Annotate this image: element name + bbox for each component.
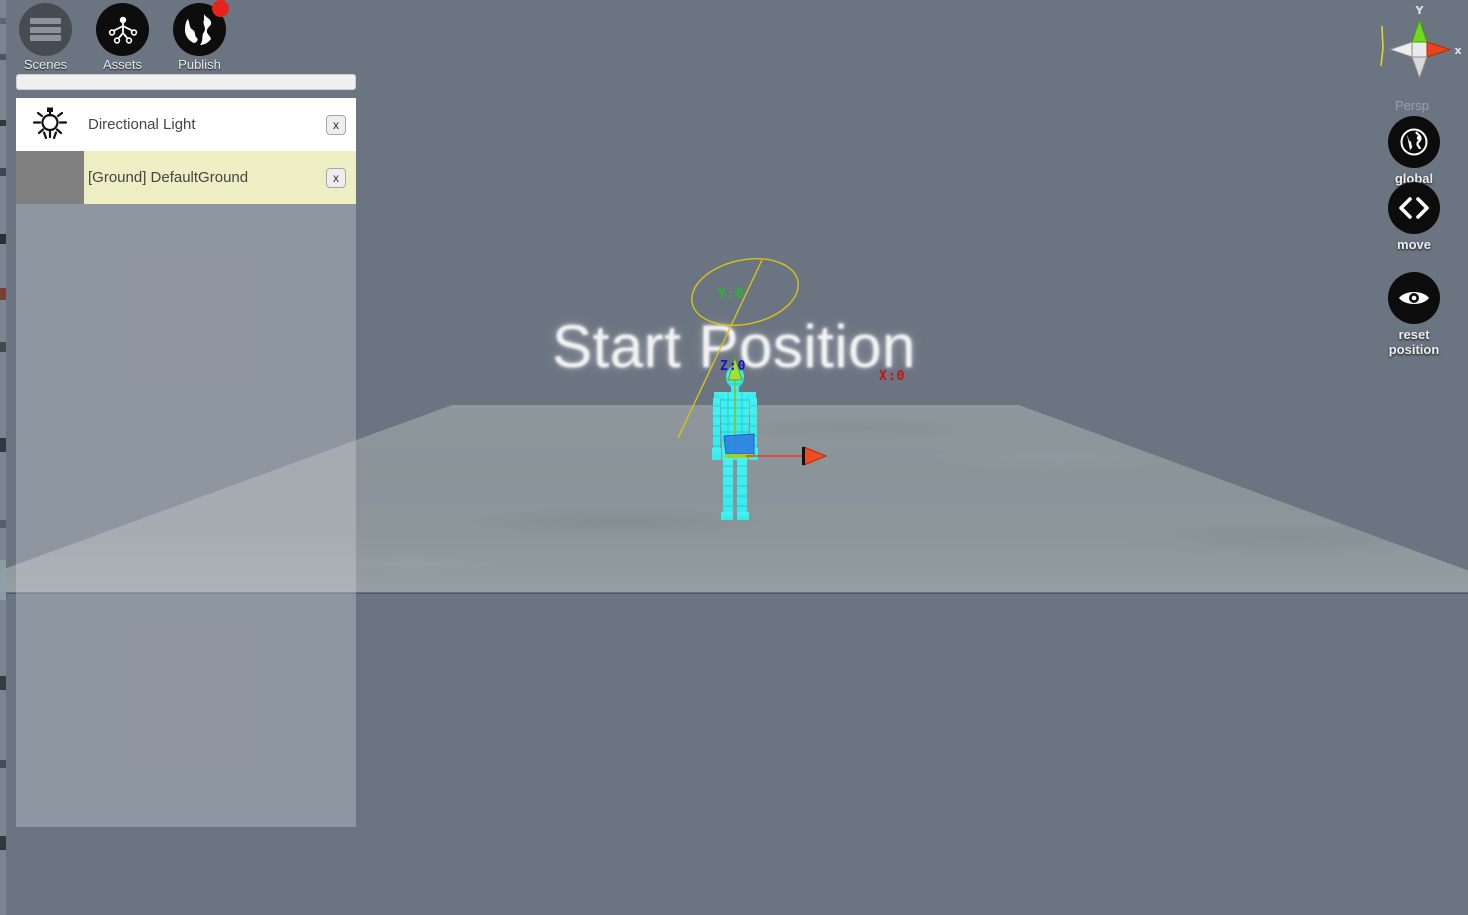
axis-orientation-gizmo[interactable]: Y x	[1368, 4, 1468, 96]
remove-object-button[interactable]: x	[326, 167, 346, 188]
axis-gizmo-x-label: x	[1454, 44, 1461, 57]
reset-position-button-label: reset position	[1389, 327, 1440, 357]
character-avatar[interactable]	[690, 350, 870, 540]
axis-readout-z: Z:0	[720, 359, 747, 374]
reset-position-button[interactable]: reset position	[1364, 272, 1464, 357]
axis-gizmo-center-cube	[1411, 41, 1428, 58]
axis-gizmo-y-label: Y	[1415, 4, 1425, 17]
list-item-label: Directional Light	[88, 116, 196, 133]
hamburger-icon	[19, 3, 72, 56]
move-gizmo-x-cone-cap	[802, 447, 805, 465]
projection-mode-label: Persp	[1395, 98, 1429, 113]
move-gizmo-plane-handle	[723, 433, 755, 455]
move-tool-button[interactable]: move	[1364, 182, 1464, 252]
list-item-directional-light[interactable]: Directional Light x	[16, 98, 356, 151]
scenes-button-label: Scenes	[23, 57, 68, 72]
axis-gizmo-y-cone	[1411, 18, 1428, 43]
light-ray-fragment	[1380, 25, 1384, 67]
global-space-toggle-button[interactable]: global	[1364, 116, 1464, 186]
publish-button-label: Publish	[178, 57, 221, 72]
remove-object-button[interactable]: x	[326, 114, 346, 135]
globe-icon	[173, 0, 229, 56]
scene-object-list: Directional Light x [Ground] DefaultGrou…	[16, 98, 356, 204]
avatar-figure-icon	[96, 3, 149, 56]
axis-gizmo-x-cone	[1426, 41, 1452, 58]
reset-label-line2: position	[1388, 342, 1440, 357]
sidebar-body-panel	[16, 204, 356, 827]
list-item-label: [Ground] DefaultGround	[88, 169, 249, 186]
axis-readout-x: X:0	[879, 369, 906, 384]
eye-icon	[1388, 272, 1440, 324]
publish-notification-badge	[212, 0, 229, 17]
scenes-button[interactable]: Scenes	[16, 3, 75, 72]
reset-label-line1: reset	[1398, 327, 1430, 342]
scene-sidebar: Scenes Assets Publish Directional Light …	[16, 0, 356, 827]
right-toolbar: Y x Persp global move reset position	[1360, 0, 1468, 400]
sidebar-tool-row: Scenes Assets Publish	[16, 0, 229, 72]
assets-button-label: Assets	[102, 57, 142, 72]
list-item-default-ground[interactable]: [Ground] DefaultGround x	[16, 151, 356, 204]
object-thumbnail	[16, 151, 84, 204]
assets-button[interactable]: Assets	[93, 3, 152, 72]
background-app-edge-strip	[0, 0, 6, 915]
publish-button[interactable]: Publish	[170, 0, 229, 72]
move-button-label: move	[1397, 237, 1431, 252]
scene-editor-app: Start Position Y:0 Z:0 X:0 Scenes Assets…	[0, 0, 1468, 915]
scene-name-input[interactable]	[16, 74, 356, 90]
light-bulb-icon	[16, 98, 84, 151]
axis-readout-y: Y:0	[718, 287, 745, 302]
move-gizmo-x-cone	[803, 446, 828, 466]
axis-gizmo-neg-y-cone	[1411, 56, 1428, 80]
move-arrows-icon	[1388, 182, 1440, 234]
axis-gizmo-neg-x-cone	[1388, 41, 1413, 58]
globe-icon	[1388, 116, 1440, 168]
